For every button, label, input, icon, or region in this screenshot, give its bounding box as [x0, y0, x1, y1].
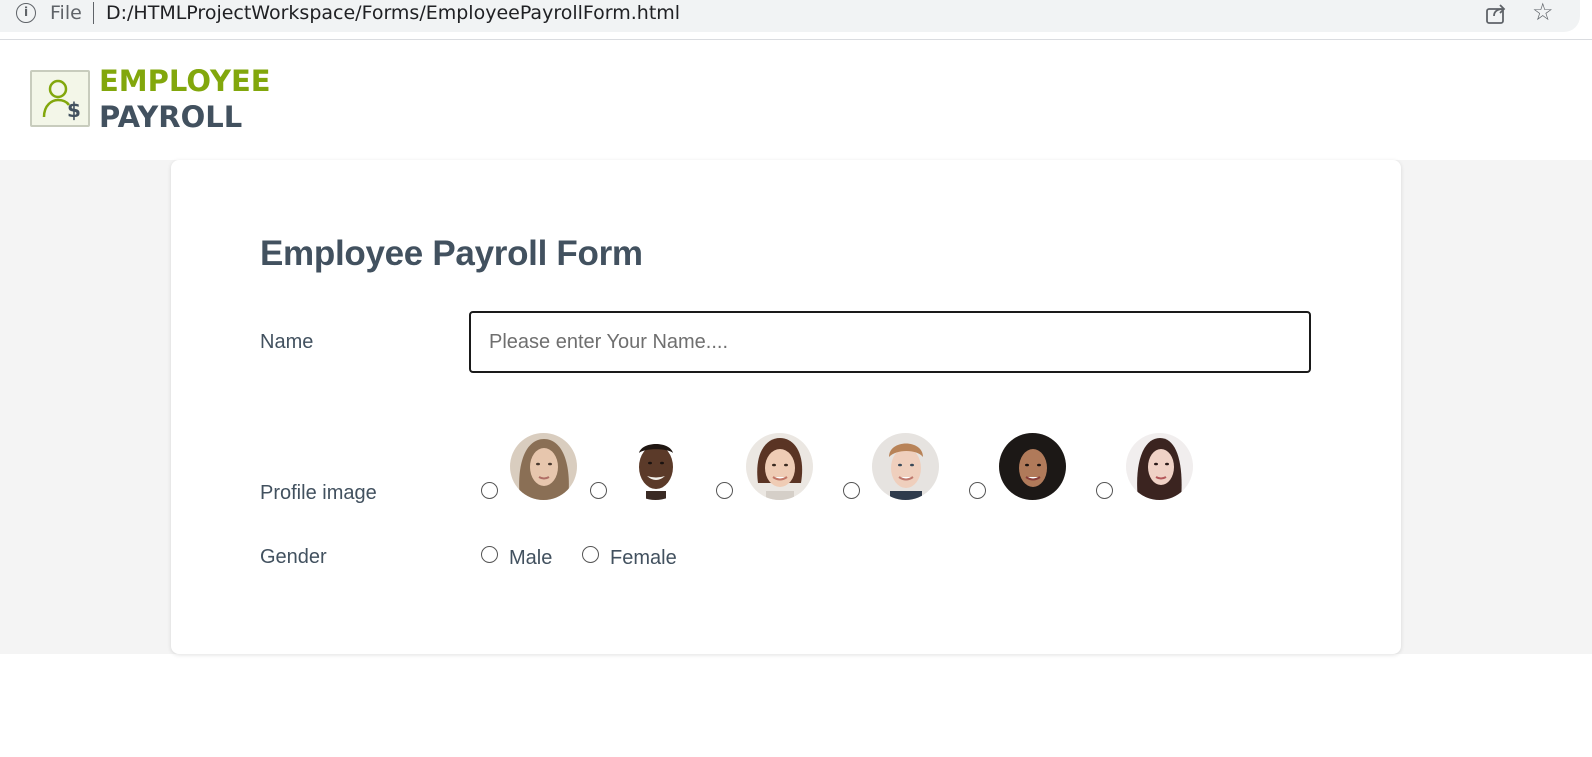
gender-option-female[interactable]: Female	[610, 547, 677, 570]
profile-radio-4[interactable]	[843, 482, 860, 499]
profile-image-label: Profile image	[260, 482, 377, 504]
form-title: Employee Payroll Form	[260, 234, 643, 273]
browser-address-bar: i File D:/HTMLProjectWorkspace/Forms/Emp…	[0, 0, 1592, 40]
woman-brown-hair-avatar[interactable]	[746, 433, 813, 500]
logo-line-employee: EMPLOYEE	[99, 64, 271, 98]
gender-radio-female[interactable]	[582, 546, 599, 563]
name-label: Name	[260, 331, 314, 353]
gender-label: Gender	[260, 546, 327, 568]
name-input[interactable]	[469, 311, 1311, 373]
omnibox[interactable]: i File D:/HTMLProjectWorkspace/Forms/Emp…	[0, 0, 1580, 32]
info-icon[interactable]: i	[16, 3, 36, 23]
logo-line-payroll: PAYROLL	[99, 100, 243, 134]
url-text[interactable]: D:/HTMLProjectWorkspace/Forms/EmployeePa…	[106, 2, 680, 24]
scheme-label: File	[50, 2, 82, 24]
profile-radio-5[interactable]	[969, 482, 986, 499]
gender-option-male[interactable]: Male	[509, 547, 552, 570]
star-icon[interactable]: ☆	[1532, 0, 1554, 26]
profile-radio-1[interactable]	[481, 482, 498, 499]
woman-light-hair-avatar[interactable]	[510, 433, 577, 500]
employee-dollar-icon: $	[30, 70, 90, 127]
svg-text:$: $	[67, 98, 81, 122]
woman-asian-avatar[interactable]	[1126, 433, 1193, 500]
woman-dark-hair-avatar[interactable]	[999, 433, 1066, 500]
gender-radio-male[interactable]	[481, 546, 498, 563]
omnibox-divider	[93, 2, 94, 24]
profile-radio-3[interactable]	[716, 482, 733, 499]
profile-radio-2[interactable]	[590, 482, 607, 499]
man-blond-avatar[interactable]	[872, 433, 939, 500]
logo-text: EMPLOYEE PAYROLL	[99, 63, 271, 135]
form-card: Employee Payroll Form Name Profile image	[171, 160, 1401, 654]
share-icon[interactable]	[1484, 2, 1508, 26]
man-dark-skin-avatar[interactable]	[622, 433, 689, 500]
content-area: Employee Payroll Form Name Profile image	[0, 160, 1592, 654]
site-header: $ EMPLOYEE PAYROLL	[0, 41, 1592, 160]
profile-radio-6[interactable]	[1096, 482, 1113, 499]
